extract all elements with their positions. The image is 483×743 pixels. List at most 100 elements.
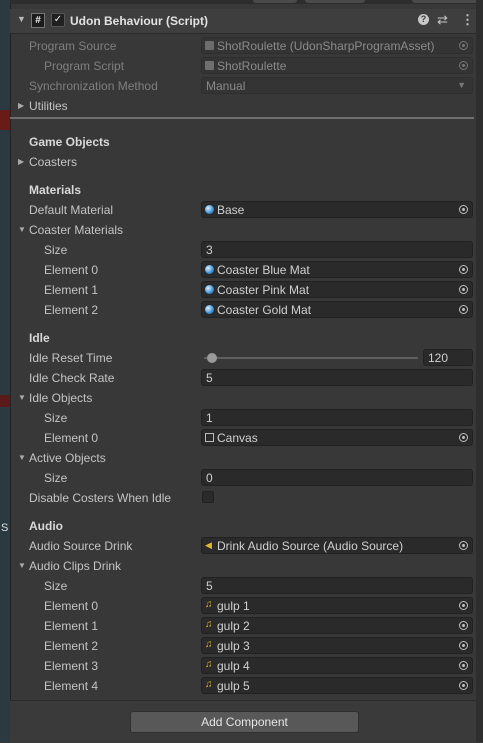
- audio-clips-foldout[interactable]: ▼ Audio Clips Drink: [10, 556, 483, 576]
- idle-reset-time-value: 120: [428, 351, 449, 365]
- audio-source-field[interactable]: ◀ Drink Audio Source (Audio Source): [201, 537, 473, 554]
- object-picker-icon[interactable]: [459, 601, 468, 610]
- help-icon[interactable]: ?: [418, 14, 429, 25]
- slider-handle[interactable]: [207, 353, 217, 363]
- coaster-materials-label[interactable]: Coaster Materials: [29, 223, 123, 237]
- program-script-value: ShotRoulette: [217, 59, 287, 73]
- object-picker-icon[interactable]: [459, 681, 468, 690]
- udonsharp-asset-icon: [205, 41, 214, 50]
- idle-reset-time-input[interactable]: 120: [423, 349, 473, 366]
- component-header[interactable]: ▼ # ✓ Udon Behaviour (Script) ? ⇄ ⋮: [10, 9, 483, 34]
- scrollbar[interactable]: [476, 0, 483, 742]
- add-component-button[interactable]: Add Component: [130, 711, 359, 733]
- object-picker-icon[interactable]: [459, 265, 468, 274]
- element-label: Element 2: [44, 639, 99, 653]
- object-picker-icon[interactable]: [459, 621, 468, 630]
- presets-icon[interactable]: ⇄: [437, 12, 448, 28]
- idle-check-rate-label: Idle Check Rate: [29, 371, 115, 385]
- object-picker-icon[interactable]: [459, 433, 468, 442]
- audio-clips-size-row: Size 5: [10, 576, 483, 596]
- idle-objects-foldout[interactable]: ▼ Idle Objects: [10, 388, 483, 408]
- object-picker-icon[interactable]: [459, 205, 468, 214]
- material-sphere-icon: [205, 205, 214, 214]
- audio-clip-value: gulp 4: [217, 659, 250, 673]
- utilities-label[interactable]: Utilities: [29, 99, 68, 113]
- size-input[interactable]: 3: [201, 241, 473, 258]
- chevron-down-icon: ▼: [457, 80, 466, 90]
- element-label: Element 4: [44, 679, 99, 693]
- audio-clip-field[interactable]: ♫ gulp 2: [201, 617, 473, 634]
- foldout-icon[interactable]: ▼: [17, 14, 26, 24]
- program-source-row: Program Source ShotRoulette (UdonSharpPr…: [10, 36, 483, 56]
- active-objects-foldout[interactable]: ▼ Active Objects: [10, 448, 483, 468]
- list-item: Element 2 Coaster Gold Mat: [10, 300, 483, 320]
- size-value: 5: [206, 579, 213, 593]
- section-title: Materials: [29, 183, 82, 197]
- active-objects-label[interactable]: Active Objects: [29, 451, 106, 465]
- toolbar-tab[interactable]: [253, 0, 297, 3]
- audio-clip-value: gulp 5: [217, 679, 250, 693]
- foldout-open-icon[interactable]: ▼: [18, 453, 26, 462]
- object-picker-icon[interactable]: [459, 661, 468, 670]
- sync-method-label: Synchronization Method: [29, 79, 158, 93]
- audio-clip-field[interactable]: ♫ gulp 4: [201, 657, 473, 674]
- material-field[interactable]: Coaster Pink Mat: [201, 281, 473, 298]
- audio-clip-field[interactable]: ♫ gulp 1: [201, 597, 473, 614]
- object-picker-icon[interactable]: [459, 285, 468, 294]
- material-sphere-icon: [205, 265, 214, 274]
- list-item: Element 0 Coaster Blue Mat: [10, 260, 483, 280]
- foldout-open-icon[interactable]: ▼: [18, 561, 26, 570]
- coasters-label[interactable]: Coasters: [29, 155, 77, 169]
- object-picker-icon[interactable]: [459, 305, 468, 314]
- material-sphere-icon: [205, 305, 214, 314]
- list-item: Element 1 Coaster Pink Mat: [10, 280, 483, 300]
- idle-objects-label[interactable]: Idle Objects: [29, 391, 92, 405]
- slider-track[interactable]: [204, 357, 418, 359]
- default-material-field[interactable]: Base: [201, 201, 473, 218]
- divider: [10, 117, 474, 119]
- material-value: Coaster Pink Mat: [217, 283, 310, 297]
- music-note-icon: ♫: [205, 619, 213, 630]
- enabled-checkbox[interactable]: ✓: [51, 13, 65, 27]
- object-picker-icon[interactable]: [459, 541, 468, 550]
- coaster-materials-foldout[interactable]: ▼ Coaster Materials: [10, 220, 483, 240]
- material-field[interactable]: Coaster Gold Mat: [201, 301, 473, 318]
- audio-clips-label[interactable]: Audio Clips Drink: [29, 559, 121, 573]
- foldout-open-icon[interactable]: ▼: [18, 225, 26, 234]
- foldout-closed-icon[interactable]: ▶: [18, 157, 24, 166]
- material-field[interactable]: Coaster Blue Mat: [201, 261, 473, 278]
- scene-strip-label: S: [1, 522, 9, 534]
- object-picker-icon: [459, 41, 468, 50]
- disable-costers-row: Disable Costers When Idle: [10, 488, 483, 508]
- foldout-closed-icon[interactable]: ▶: [18, 101, 24, 110]
- program-source-field: ShotRoulette (UdonSharpProgramAsset): [201, 37, 473, 54]
- foldout-open-icon[interactable]: ▼: [18, 393, 26, 402]
- material-value: Coaster Gold Mat: [217, 303, 312, 317]
- element-label: Element 0: [44, 263, 99, 277]
- toolbar-tab[interactable]: [305, 0, 365, 3]
- disable-costers-checkbox[interactable]: [202, 491, 214, 503]
- audio-clip-field[interactable]: ♫ gulp 3: [201, 637, 473, 654]
- coasters-foldout[interactable]: ▶ Coasters: [10, 152, 483, 172]
- size-label: Size: [44, 411, 68, 425]
- section-game-objects: Game Objects: [10, 132, 483, 152]
- audio-clip-value: gulp 1: [217, 599, 250, 613]
- element-label: Element 0: [44, 599, 99, 613]
- size-input[interactable]: 1: [201, 409, 473, 426]
- music-note-icon: ♫: [205, 639, 213, 650]
- section-title: Game Objects: [29, 135, 110, 149]
- size-label: Size: [44, 471, 68, 485]
- context-menu-icon[interactable]: ⋮: [461, 12, 474, 28]
- object-picker-icon[interactable]: [459, 641, 468, 650]
- program-source-label: Program Source: [29, 39, 117, 53]
- idle-check-rate-input[interactable]: 5: [201, 369, 473, 386]
- utilities-foldout[interactable]: ▶ Utilities: [10, 96, 483, 116]
- size-input[interactable]: 5: [201, 577, 473, 594]
- toolbar-tab[interactable]: [412, 0, 478, 3]
- top-toolbar-edge: [10, 0, 483, 4]
- element-label: Element 1: [44, 619, 99, 633]
- section-materials: Materials: [10, 180, 483, 200]
- audio-clip-field[interactable]: ♫ gulp 5: [201, 677, 473, 694]
- size-input[interactable]: 0: [201, 469, 473, 486]
- gameobject-field[interactable]: Canvas: [201, 429, 473, 446]
